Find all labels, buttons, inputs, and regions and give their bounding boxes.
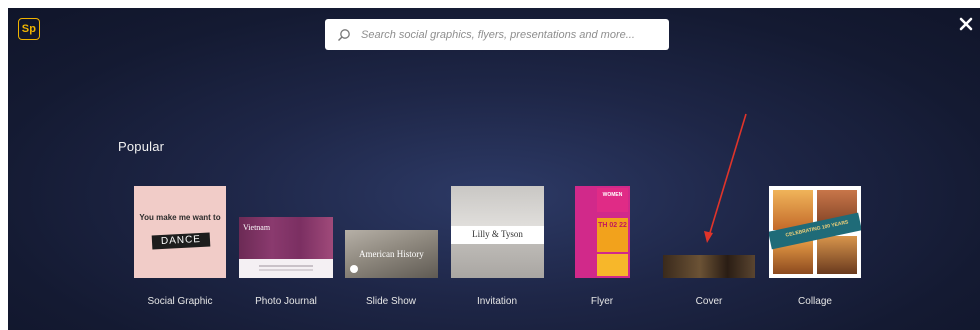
invitation-thumb-names: Lilly & Tyson [472,229,523,239]
slide-thumb-title: American History [359,249,424,259]
card-label-photo-journal[interactable]: Photo Journal [231,296,341,307]
social-graphic-thumbnail[interactable]: You make me want to DANCE [134,186,226,278]
invitation-bottom-photo [451,244,544,278]
collage-photo-4 [817,236,857,274]
flyer-thumbnail[interactable]: WOMEN TH 02 22 [575,186,630,278]
spark-logo: Sp [18,18,40,40]
slide-show-thumbnail[interactable]: American History [345,230,438,278]
cover-thumbnail[interactable] [663,255,755,278]
annotation-arrow-icon [704,113,747,243]
card-label-invitation[interactable]: Invitation [442,296,552,307]
card-label-social-graphic[interactable]: Social Graphic [125,296,235,307]
social-thumb-caption: You make me want to [139,213,221,222]
close-icon[interactable] [958,16,974,32]
flyer-thumb-heading: WOMEN [602,192,623,198]
section-title-popular: Popular [118,139,165,154]
photo-journal-thumbnail[interactable]: Vietnam [239,217,333,278]
card-label-collage[interactable]: Collage [760,296,870,307]
search-icon [338,28,350,41]
search-bar[interactable] [325,19,669,50]
invitation-couple-photo [451,186,544,226]
journal-thumb-title: Vietnam [243,223,271,232]
template-browser: Sp Popular You make me want to DANCE Soc… [8,8,980,330]
search-input[interactable] [359,27,669,42]
social-thumb-dance: DANCE [151,232,211,250]
card-label-slide-show[interactable]: Slide Show [336,296,446,307]
journal-text-lines [259,265,313,267]
collage-thumbnail[interactable]: CELEBRATING 100 YEARS [769,186,861,278]
card-label-flyer[interactable]: Flyer [547,296,657,307]
flyer-thumb-date: TH 02 22 [598,222,627,229]
logo-text: Sp [21,23,37,35]
play-icon [350,265,358,273]
flyer-footer-block [597,254,628,276]
invitation-thumbnail[interactable]: Lilly & Tyson [451,186,544,278]
card-label-cover[interactable]: Cover [654,296,764,307]
